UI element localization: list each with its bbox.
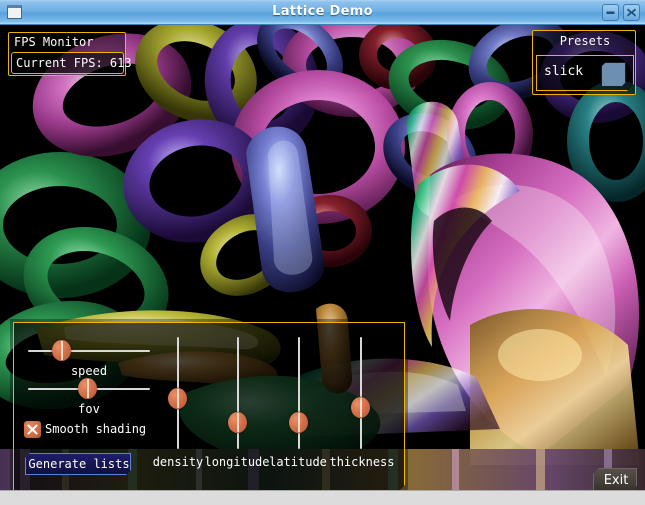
fps-monitor-panel: FPS Monitor Current FPS: 613 <box>8 32 132 76</box>
fps-monitor-title: FPS Monitor <box>14 35 94 49</box>
exit-button[interactable]: Exit <box>593 468 637 492</box>
exit-button-label: Exit <box>603 473 629 488</box>
thickness-slider-track[interactable] <box>360 337 362 449</box>
latitude-slider-label: latitude <box>269 455 327 469</box>
thickness-slider-handle[interactable] <box>351 397 370 418</box>
longitude-slider-label: longitude <box>204 455 270 469</box>
application-window: Lattice Demo FPS Monitor Current FPS: 61… <box>0 0 645 505</box>
presets-title: Presets <box>559 34 611 48</box>
preset-swatch-button[interactable] <box>601 62 626 87</box>
preset-selector[interactable]: slick <box>536 55 634 91</box>
speed-slider-handle[interactable] <box>52 340 71 361</box>
fps-value-box: Current FPS: 613 <box>11 52 132 74</box>
smooth-shading-label: Smooth shading <box>45 422 147 436</box>
speed-slider-track[interactable] <box>28 350 150 352</box>
generate-lists-label: Generate lists <box>28 457 130 471</box>
minimize-icon[interactable] <box>602 4 619 21</box>
thickness-slider-label: thickness <box>329 455 395 469</box>
presets-panel: Presets slick <box>532 30 636 95</box>
title-bar[interactable]: Lattice Demo <box>0 0 645 25</box>
window-bottom-frame <box>0 490 645 505</box>
fov-slider-handle[interactable] <box>78 378 97 399</box>
close-icon[interactable] <box>623 4 640 21</box>
controls-panel: speed fov density longitude latitude thi… <box>13 322 405 494</box>
density-slider-handle[interactable] <box>168 388 187 409</box>
window-title: Lattice Demo <box>272 4 373 19</box>
fov-slider-label: fov <box>78 402 100 416</box>
generate-lists-button[interactable]: Generate lists <box>25 453 131 475</box>
speed-slider-label: speed <box>70 364 108 378</box>
latitude-slider-handle[interactable] <box>289 412 308 433</box>
x-mark-icon <box>24 421 41 438</box>
preset-selected-label: slick <box>544 64 584 79</box>
checkbox-box <box>24 421 41 438</box>
fps-current-value: Current FPS: 613 <box>16 56 132 70</box>
longitude-slider-handle[interactable] <box>228 412 247 433</box>
